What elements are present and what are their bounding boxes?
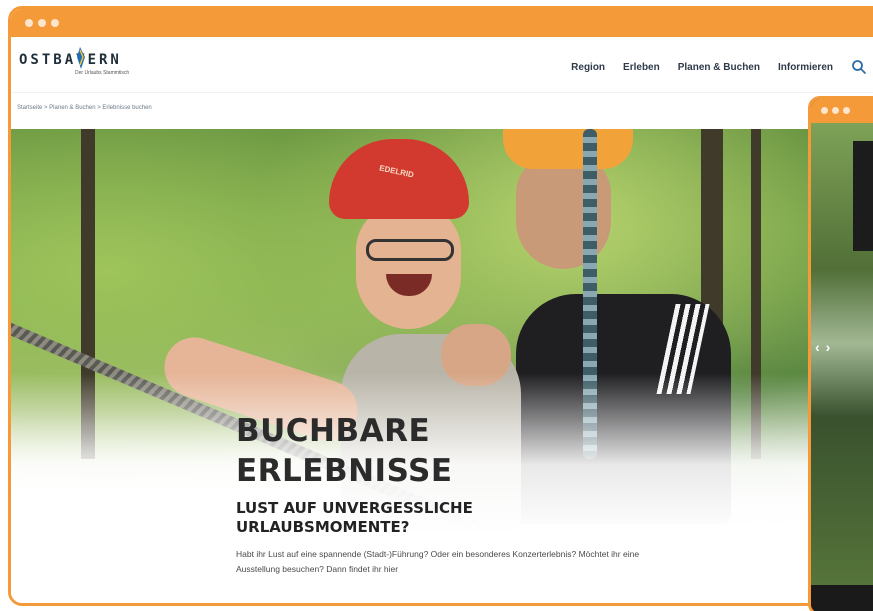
minimize-dot[interactable]	[832, 107, 839, 114]
hero-text-block: BUCHBARE ERLEBNISSE LUST AUF UNVERGESSLI…	[236, 411, 666, 577]
logo-tagline: Der Urlaubs Stammtisch	[75, 70, 130, 76]
feather-icon	[77, 47, 85, 69]
title-bar	[11, 9, 873, 37]
main-nav: Region Erleben Planen & Buchen Informier…	[571, 59, 867, 75]
subtitle-line-1: LUST AUF UNVERGESSLICHE	[236, 499, 473, 517]
browser-window: OSTBAYERN Der Urlaubs Stammtisch Region …	[8, 6, 873, 606]
page-title: BUCHBARE ERLEBNISSE	[236, 411, 666, 491]
logo-wordmark: OSTBAYERN	[19, 52, 122, 68]
maximize-dot[interactable]	[51, 19, 59, 27]
carousel-controls: ‹ ›	[815, 339, 830, 355]
maximize-dot[interactable]	[843, 107, 850, 114]
nav-item-region[interactable]: Region	[571, 62, 605, 73]
minimize-dot[interactable]	[38, 19, 46, 27]
subtitle-line-2: URLAUBSMOMENTE?	[236, 518, 410, 536]
breadcrumb[interactable]: Startseite > Planen & Buchen > Erlebniss…	[17, 105, 152, 111]
close-dot[interactable]	[25, 19, 33, 27]
site-logo[interactable]: OSTBAYERN Der Urlaubs Stammtisch	[19, 47, 129, 76]
nav-item-planen-buchen[interactable]: Planen & Buchen	[678, 62, 760, 73]
site-header: OSTBAYERN Der Urlaubs Stammtisch Region …	[11, 37, 873, 93]
search-icon[interactable]	[851, 59, 867, 75]
title-line-2: ERLEBNISSE	[236, 453, 453, 489]
title-line-1: BUCHBARE	[236, 413, 431, 449]
window-controls	[821, 107, 850, 114]
intro-paragraph: Habt ihr Lust auf eine spannende (Stadt-…	[236, 549, 640, 574]
nav-item-informieren[interactable]: Informieren	[778, 62, 833, 73]
climber-woman-face	[356, 204, 461, 329]
hero-section: EDELRID BUCHBARE ERLEBNISSE LUST AUF UNV…	[11, 129, 809, 603]
close-dot[interactable]	[821, 107, 828, 114]
dark-panel	[853, 141, 873, 251]
bottom-bar	[811, 585, 873, 611]
orange-helmet	[503, 129, 633, 169]
page-subtitle: LUST AUF UNVERGESSLICHE URLAUBSMOMENTE?	[236, 499, 666, 537]
secondary-browser-window[interactable]: ‹ ›	[808, 96, 873, 611]
chevron-left-icon[interactable]: ‹	[815, 339, 820, 355]
title-bar	[811, 99, 873, 123]
glasses	[366, 239, 454, 261]
window-controls	[25, 19, 59, 27]
red-helmet	[329, 139, 469, 219]
chevron-right-icon[interactable]: ›	[826, 339, 831, 355]
nav-item-erleben[interactable]: Erleben	[623, 62, 660, 73]
